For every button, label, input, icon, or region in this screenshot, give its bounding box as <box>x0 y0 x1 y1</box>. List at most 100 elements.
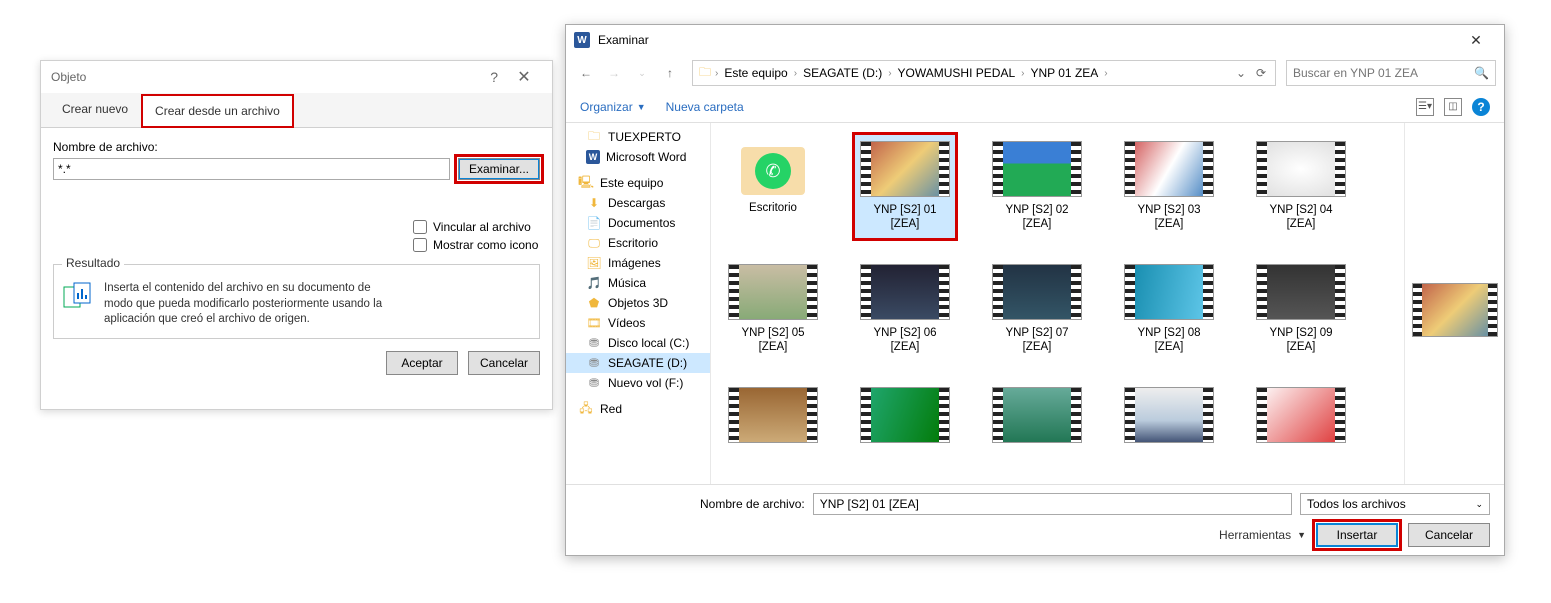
folder-icon: 🗀 <box>586 130 602 144</box>
whatsapp-icon: ✆ <box>755 153 791 189</box>
thumbnail <box>992 264 1082 320</box>
up-arrow-icon[interactable]: ↑ <box>658 61 682 85</box>
file-name-label: YNP [S2] 03 [ZEA] <box>1137 203 1200 232</box>
tree-item[interactable]: 🎞Vídeos <box>566 313 710 333</box>
thumbnail <box>860 264 950 320</box>
tree-item[interactable]: 🖧Red <box>566 399 710 419</box>
file-name-label: YNP [S2] 06 [ZEA] <box>873 326 936 355</box>
close-icon[interactable]: ✕ <box>506 63 542 91</box>
search-input[interactable] <box>1293 66 1474 80</box>
tree-item[interactable]: 🎵Música <box>566 273 710 293</box>
doc-icon: 📄 <box>586 216 602 230</box>
chevron-down-icon: ▼ <box>637 102 646 112</box>
tree-item-label: Disco local (C:) <box>608 336 689 350</box>
preview-thumbnail <box>1412 283 1498 337</box>
new-folder-button[interactable]: Nueva carpeta <box>666 100 744 114</box>
word-icon: W <box>586 150 600 164</box>
tab-create-from-file[interactable]: Crear desde un archivo <box>141 94 294 128</box>
browse-button[interactable]: Examinar... <box>458 158 540 180</box>
breadcrumb-segment[interactable]: SEAGATE (D:) <box>799 64 886 82</box>
tree-item[interactable]: ⛃SEAGATE (D:) <box>566 353 710 373</box>
help-icon[interactable]: ? <box>1472 98 1490 116</box>
folder-tree[interactable]: 🗀TUEXPERTO W Microsoft Word 🖳Este equipo ⬇ De… <box>566 123 711 484</box>
folder-item[interactable]: ✆Escritorio <box>723 135 823 238</box>
thumbnail <box>992 387 1082 443</box>
video-file-item[interactable]: YNP [S2] 06 [ZEA] <box>855 258 955 361</box>
browse-titlebar: W Examinar ✕ <box>566 25 1504 55</box>
tree-item[interactable]: ⛃Disco local (C:) <box>566 333 710 353</box>
tab-create-new[interactable]: Crear nuevo <box>49 93 141 127</box>
filename-input[interactable] <box>53 158 450 180</box>
breadcrumb-segment[interactable]: Este equipo <box>720 64 791 82</box>
video-file-item[interactable]: YNP [S2] 03 [ZEA] <box>1119 135 1219 238</box>
video-file-item[interactable] <box>987 381 1087 449</box>
search-box[interactable]: 🔍 <box>1286 60 1496 86</box>
tree-item[interactable]: ⬟Objetos 3D <box>566 293 710 313</box>
bottom-filename-input[interactable] <box>813 493 1292 515</box>
insert-button[interactable]: Insertar <box>1316 523 1398 547</box>
video-file-item[interactable]: YNP [S2] 08 [ZEA] <box>1119 258 1219 361</box>
down-icon: ⬇ <box>586 196 602 210</box>
back-arrow-icon[interactable]: ← <box>574 61 598 85</box>
video-file-item[interactable] <box>855 381 955 449</box>
tree-item-label: Vídeos <box>608 316 645 330</box>
close-icon[interactable]: ✕ <box>1456 26 1496 54</box>
tree-item[interactable]: 🖼Imágenes <box>566 253 710 273</box>
tree-item[interactable]: ⛃Nuevo vol (F:) <box>566 373 710 393</box>
tree-item-label: Imágenes <box>608 256 661 270</box>
view-mode-icon[interactable]: ☰▾ <box>1416 98 1434 116</box>
recent-dropdown-icon[interactable]: ⌄ <box>630 61 654 85</box>
browse-cancel-button[interactable]: Cancelar <box>1408 523 1490 547</box>
refresh-icon[interactable]: ⟳ <box>1251 66 1271 80</box>
tree-item-label: Objetos 3D <box>608 296 668 310</box>
breadcrumb-dropdown-icon[interactable]: ⌄ <box>1231 66 1251 80</box>
tree-item-label: Descargas <box>608 196 665 210</box>
tree-item[interactable]: ⬇ Descargas <box>566 193 710 213</box>
breadcrumb-segment[interactable]: YOWAMUSHI PEDAL <box>894 64 1020 82</box>
drive-icon: ⛃ <box>586 356 602 370</box>
icon-checkbox-input[interactable] <box>413 238 427 252</box>
tree-item[interactable]: 🖵Escritorio <box>566 233 710 253</box>
tree-item[interactable]: 🗀TUEXPERTO <box>566 127 710 147</box>
result-box: Resultado Inserta el contenido del archi… <box>53 264 540 339</box>
video-file-item[interactable]: YNP [S2] 05 [ZEA] <box>723 258 823 361</box>
help-icon[interactable]: ? <box>490 69 498 85</box>
bottom-filename-label: Nombre de archivo: <box>700 497 805 511</box>
video-file-item[interactable]: YNP [S2] 09 [ZEA] <box>1251 258 1351 361</box>
organize-menu[interactable]: Organizar ▼ <box>580 100 646 114</box>
pc-icon: 🖳 <box>578 176 594 190</box>
tree-item[interactable]: 📄Documentos <box>566 213 710 233</box>
search-icon[interactable]: 🔍 <box>1474 66 1489 80</box>
tree-item-label: Red <box>600 402 622 416</box>
result-text: Inserta el contenido del archivo en su d… <box>104 281 384 328</box>
filename-row: Examinar... <box>53 158 540 180</box>
file-name-label: YNP [S2] 08 [ZEA] <box>1137 326 1200 355</box>
video-file-item[interactable] <box>723 381 823 449</box>
link-to-file-check[interactable]: Vincular al archivo <box>413 220 540 234</box>
cancel-button[interactable]: Cancelar <box>468 351 540 375</box>
video-file-item[interactable] <box>1251 381 1351 449</box>
thumbnail <box>728 387 818 443</box>
folder-icon: 🗀 <box>697 66 713 80</box>
file-type-filter[interactable]: Todos los archivos⌄ <box>1300 493 1490 515</box>
link-checkbox-input[interactable] <box>413 220 427 234</box>
browse-title: Examinar <box>598 33 1456 47</box>
breadcrumb-segment[interactable]: YNP 01 ZEA <box>1026 64 1102 82</box>
accept-button[interactable]: Aceptar <box>386 351 458 375</box>
thumbnail <box>860 141 950 197</box>
tree-item[interactable]: W Microsoft Word <box>566 147 710 167</box>
browse-dialog: W Examinar ✕ ← → ⌄ ↑ 🗀 › Este equipo› SE… <box>565 24 1505 556</box>
tree-item[interactable]: 🖳Este equipo <box>566 173 710 193</box>
video-file-item[interactable] <box>1119 381 1219 449</box>
forward-arrow-icon[interactable]: → <box>602 61 626 85</box>
show-as-icon-check[interactable]: Mostrar como icono <box>413 238 540 252</box>
video-file-item[interactable]: YNP [S2] 07 [ZEA] <box>987 258 1087 361</box>
tools-menu[interactable]: Herramientas ▼ <box>1219 528 1306 542</box>
video-file-item[interactable]: YNP [S2] 01 [ZEA] <box>855 135 955 238</box>
video-file-item[interactable]: YNP [S2] 02 [ZEA] <box>987 135 1087 238</box>
video-file-item[interactable]: YNP [S2] 04 [ZEA] <box>1251 135 1351 238</box>
preview-pane-icon[interactable]: ◫ <box>1444 98 1462 116</box>
breadcrumb[interactable]: 🗀 › Este equipo› SEAGATE (D:)› YOWAMUSHI… <box>692 60 1276 86</box>
tree-item-label: Microsoft Word <box>606 150 686 164</box>
file-list[interactable]: ✆Escritorio YNP [S2] 01 [ZEA] YNP [S2] 02 … <box>711 123 1404 484</box>
